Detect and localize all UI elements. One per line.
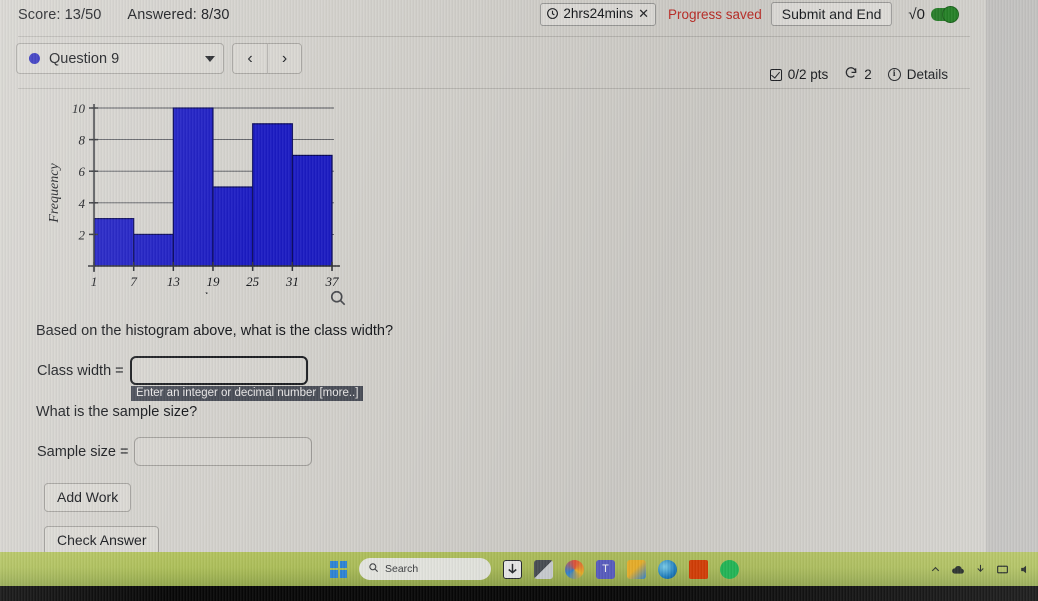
info-icon[interactable]: i bbox=[887, 68, 901, 81]
svg-text:4: 4 bbox=[79, 196, 86, 211]
clock-icon bbox=[546, 7, 559, 20]
question-nav-group: ‹ › bbox=[232, 43, 302, 74]
question-status-dot-icon bbox=[29, 53, 40, 64]
prev-question-button[interactable]: ‹ bbox=[233, 44, 267, 73]
add-work-button[interactable]: Add Work bbox=[44, 483, 132, 512]
chevron-up-icon[interactable] bbox=[930, 564, 941, 575]
sample-size-input[interactable] bbox=[134, 437, 313, 466]
search-icon bbox=[368, 562, 379, 576]
histogram-chart: 2 4 6 8 10 1 7 13 19 25 31 37 data Frequency bbox=[38, 94, 350, 294]
taskbar-search-placeholder: Search bbox=[385, 563, 419, 575]
svg-text:1: 1 bbox=[91, 274, 98, 289]
taskbar-search-box[interactable]: Search bbox=[359, 558, 491, 580]
toggle-switch[interactable] bbox=[931, 5, 959, 23]
prompt-sample-size: What is the sample size? bbox=[36, 404, 198, 420]
svg-text:25: 25 bbox=[246, 274, 260, 289]
teams-icon[interactable]: T bbox=[596, 559, 615, 579]
quiz-toolbar: 2hrs24mins ✕ Progress saved Submit and E… bbox=[540, 1, 959, 27]
close-icon[interactable]: ✕ bbox=[638, 6, 649, 22]
quiz-page: Score: 13/50 Answered: 8/30 2hrs24mins ✕ … bbox=[0, 0, 986, 555]
chevron-down-icon bbox=[205, 55, 215, 62]
prompt-class-width: Based on the histogram above, what is th… bbox=[36, 323, 394, 339]
windows-taskbar: Search T bbox=[0, 552, 1038, 586]
system-tray bbox=[930, 552, 1032, 586]
screen-photo: Score: 13/50 Answered: 8/30 2hrs24mins ✕ … bbox=[0, 0, 1038, 601]
points-details-row: 0/2 pts 2 i Details bbox=[769, 66, 948, 83]
divider-top bbox=[18, 36, 970, 37]
svg-text:6: 6 bbox=[79, 164, 86, 179]
page-right-margin bbox=[986, 0, 1038, 552]
svg-text:19: 19 bbox=[207, 274, 221, 289]
photos-icon[interactable] bbox=[627, 559, 646, 579]
taskbar-center-group: Search T bbox=[330, 552, 739, 586]
checkbox-icon bbox=[769, 68, 782, 81]
score-label: Score: 13/50 bbox=[18, 7, 102, 23]
windows-logo-icon[interactable] bbox=[330, 560, 347, 578]
class-width-label: Class width = bbox=[37, 362, 124, 379]
edge-icon[interactable] bbox=[658, 559, 677, 579]
check-answer-button[interactable]: Check Answer bbox=[44, 526, 160, 555]
magnifier-icon[interactable] bbox=[328, 288, 348, 308]
file-explorer-icon[interactable] bbox=[503, 559, 522, 579]
class-width-input[interactable] bbox=[129, 356, 308, 385]
progress-saved-status: Progress saved bbox=[668, 6, 762, 22]
timer-text: 2hrs24mins bbox=[563, 6, 634, 21]
sample-size-label: Sample size = bbox=[37, 443, 129, 460]
onedrive-icon[interactable] bbox=[951, 564, 965, 575]
sqrt-icon: √0 bbox=[908, 5, 925, 23]
question-selector-dropdown[interactable]: Question 9 bbox=[16, 43, 224, 74]
volume-icon[interactable] bbox=[1019, 564, 1032, 575]
office-icon[interactable] bbox=[689, 559, 708, 579]
svg-text:37: 37 bbox=[325, 274, 340, 289]
attempts-count: 2 bbox=[864, 67, 872, 82]
submit-and-end-button[interactable]: Submit and End bbox=[770, 2, 893, 26]
taskview-icon[interactable] bbox=[534, 559, 553, 579]
toggle-knob bbox=[942, 5, 959, 23]
details-link[interactable]: Details bbox=[907, 67, 948, 82]
svg-text:Frequency: Frequency bbox=[47, 163, 62, 224]
points-label: 0/2 pts bbox=[787, 67, 829, 82]
question-selector-label: Question 9 bbox=[49, 50, 120, 67]
sample-size-row: Sample size = bbox=[37, 437, 313, 466]
screen-bottom-bezel bbox=[0, 586, 1038, 601]
svg-text:2: 2 bbox=[79, 227, 86, 242]
svg-text:data: data bbox=[201, 291, 226, 294]
math-input-toggle[interactable]: √0 bbox=[908, 5, 959, 23]
retry-icon bbox=[844, 66, 858, 83]
divider-bottom bbox=[18, 88, 970, 89]
answered-label: Answered: 8/30 bbox=[127, 7, 230, 23]
network-icon[interactable] bbox=[996, 564, 1009, 575]
svg-text:7: 7 bbox=[130, 274, 137, 289]
svg-text:8: 8 bbox=[79, 133, 86, 148]
svg-text:31: 31 bbox=[285, 274, 299, 289]
copilot-icon[interactable] bbox=[565, 559, 584, 579]
download-icon[interactable] bbox=[975, 563, 986, 575]
spotify-icon[interactable] bbox=[720, 559, 739, 579]
svg-text:13: 13 bbox=[167, 274, 181, 289]
svg-text:10: 10 bbox=[72, 101, 86, 116]
next-question-button[interactable]: › bbox=[267, 44, 301, 73]
score-status-line: Score: 13/50 Answered: 8/30 bbox=[18, 7, 230, 23]
timer-pill[interactable]: 2hrs24mins ✕ bbox=[540, 2, 656, 26]
histogram-svg: 2 4 6 8 10 1 7 13 19 25 31 37 data Frequency bbox=[47, 101, 340, 294]
input-format-hint: Enter an integer or decimal number [more… bbox=[131, 386, 364, 401]
class-width-row: Class width = bbox=[37, 356, 308, 385]
